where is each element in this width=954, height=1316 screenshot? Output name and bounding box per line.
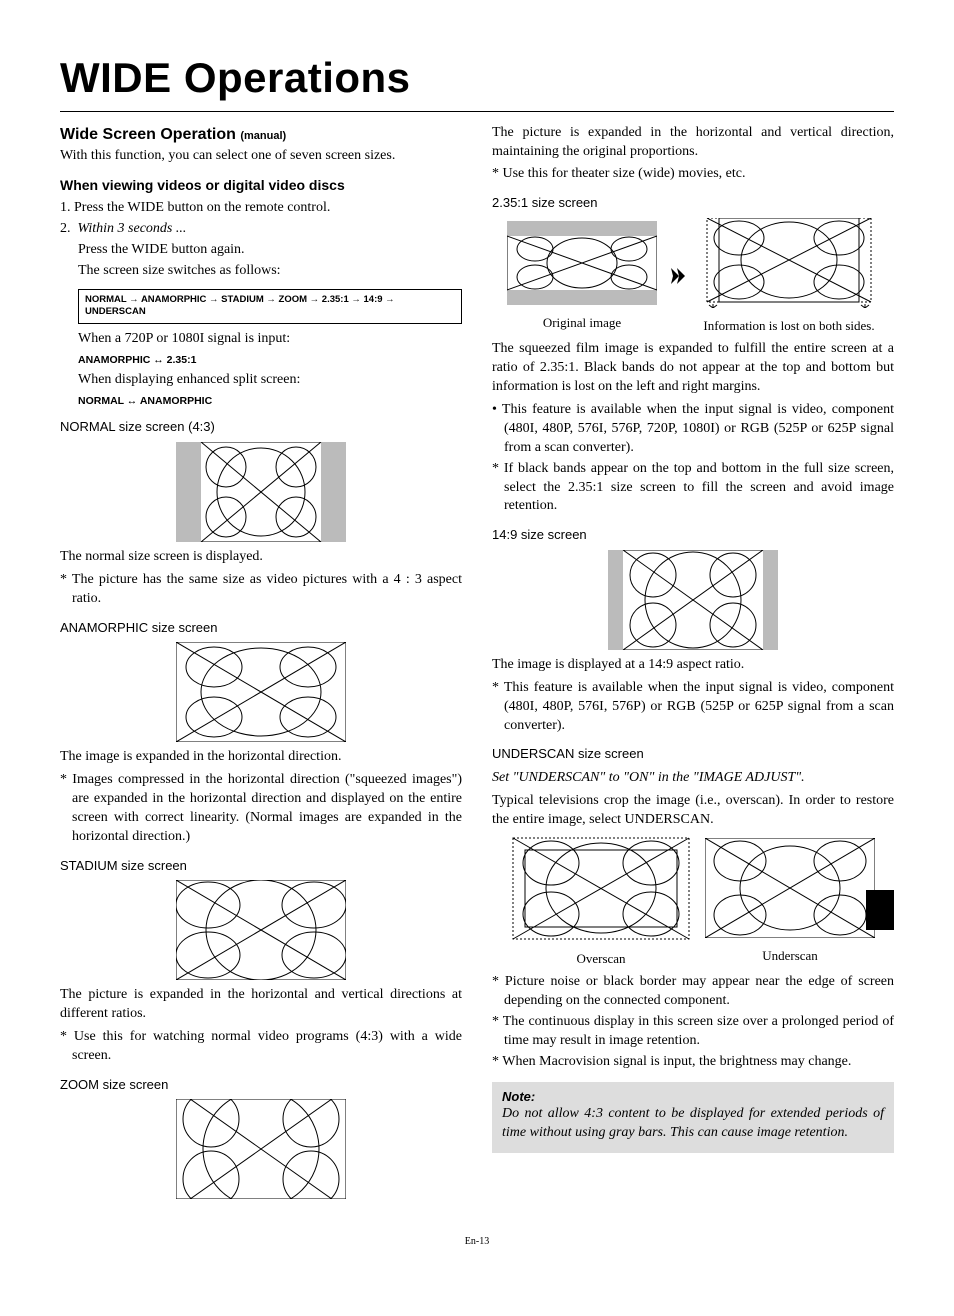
step-2a: Press the WIDE button again. — [60, 241, 462, 260]
step-2b: The screen size switches as follows: — [60, 262, 462, 281]
zoom-diagram — [60, 1099, 462, 1199]
stadium-diagram — [60, 880, 462, 980]
stadium-head: STADIUM size screen — [60, 857, 462, 875]
arrow-icon — [671, 268, 685, 284]
note-title: Note: — [502, 1088, 884, 1106]
r149-p2: * This feature is available when the inp… — [492, 679, 894, 736]
underscan-cap: Underscan — [705, 947, 875, 965]
r235-cap1: Original image — [507, 314, 657, 332]
subhead-viewing: When viewing videos or digital video dis… — [60, 176, 462, 195]
step-2-italic: Within 3 seconds ... — [78, 221, 187, 236]
page-number: En-13 — [60, 1235, 894, 1249]
r235-b1: • This feature is available when the inp… — [492, 401, 894, 458]
note-body: Do not allow 4:3 content to be displayed… — [502, 1105, 884, 1143]
note-box: Note: Do not allow 4:3 content to be dis… — [492, 1082, 894, 1153]
mode-chain-2: ANAMORPHIC ↔ 2.35:1 — [78, 353, 462, 367]
section-title: Wide Screen Operation (manual) — [60, 124, 462, 146]
step-2: 2. Within 3 seconds ... — [60, 220, 462, 239]
stadium-p2: * Use this for watching normal video pro… — [60, 1028, 462, 1066]
r235-diagram: Original image Information is lo — [492, 218, 894, 334]
right-column: The picture is expanded in the horizonta… — [492, 124, 894, 1206]
r149-head: 14:9 size screen — [492, 526, 894, 544]
left-column: Wide Screen Operation (manual) With this… — [60, 124, 462, 1206]
page-tab — [866, 890, 894, 930]
under-b1: * Picture noise or black border may appe… — [492, 973, 894, 1011]
r235-p1: The squeezed film image is expanded to f… — [492, 340, 894, 397]
r235-cap2: Information is lost on both sides. — [699, 317, 879, 335]
r149-p1: The image is displayed at a 14:9 aspect … — [492, 656, 894, 675]
section-title-sub: (manual) — [240, 130, 286, 142]
when-split: When displaying enhanced split screen: — [60, 371, 462, 390]
normal-diagram — [60, 442, 462, 542]
r235-b2: * If black bands appear on the top and b… — [492, 460, 894, 517]
r149-diagram — [492, 550, 894, 650]
step-2-num: 2. — [60, 221, 71, 236]
anamorphic-p1: The image is expanded in the horizontal … — [60, 748, 462, 767]
page-title: WIDE Operations — [60, 50, 894, 107]
section-title-text: Wide Screen Operation — [60, 126, 236, 143]
underscan-p1: Typical televisions crop the image (i.e.… — [492, 792, 894, 830]
anamorphic-diagram — [60, 642, 462, 742]
under-b2: * The continuous display in this screen … — [492, 1013, 894, 1051]
mode-chain-3: NORMAL ↔ ANAMORPHIC — [78, 394, 462, 408]
underscan-diagram: Overscan Underscan — [492, 836, 894, 967]
mode-chain: NORMAL → ANAMORPHIC → STADIUM → ZOOM → 2… — [78, 289, 462, 325]
overscan-cap: Overscan — [511, 950, 691, 968]
stadium-p1: The picture is expanded in the horizonta… — [60, 986, 462, 1024]
anamorphic-head: ANAMORPHIC size screen — [60, 619, 462, 637]
normal-p1: The normal size screen is displayed. — [60, 548, 462, 567]
under-b3: * When Macrovision signal is input, the … — [492, 1053, 894, 1072]
title-rule — [60, 111, 894, 112]
zoom-p1: The picture is expanded in the horizonta… — [492, 124, 894, 162]
anamorphic-p2: * Images compressed in the horizontal di… — [60, 771, 462, 847]
zoom-p2: * Use this for theater size (wide) movie… — [492, 165, 894, 184]
r235-head: 2.35:1 size screen — [492, 194, 894, 212]
step-1: 1. Press the WIDE button on the remote c… — [60, 199, 462, 218]
normal-p2: * The picture has the same size as video… — [60, 571, 462, 609]
underscan-italic: Set "UNDERSCAN" to "ON" in the "IMAGE AD… — [492, 769, 894, 788]
zoom-head: ZOOM size screen — [60, 1076, 462, 1094]
normal-head: NORMAL size screen (4:3) — [60, 418, 462, 436]
intro: With this function, you can select one o… — [60, 147, 462, 166]
when-720: When a 720P or 1080I signal is input: — [60, 330, 462, 349]
underscan-head: UNDERSCAN size screen — [492, 745, 894, 763]
